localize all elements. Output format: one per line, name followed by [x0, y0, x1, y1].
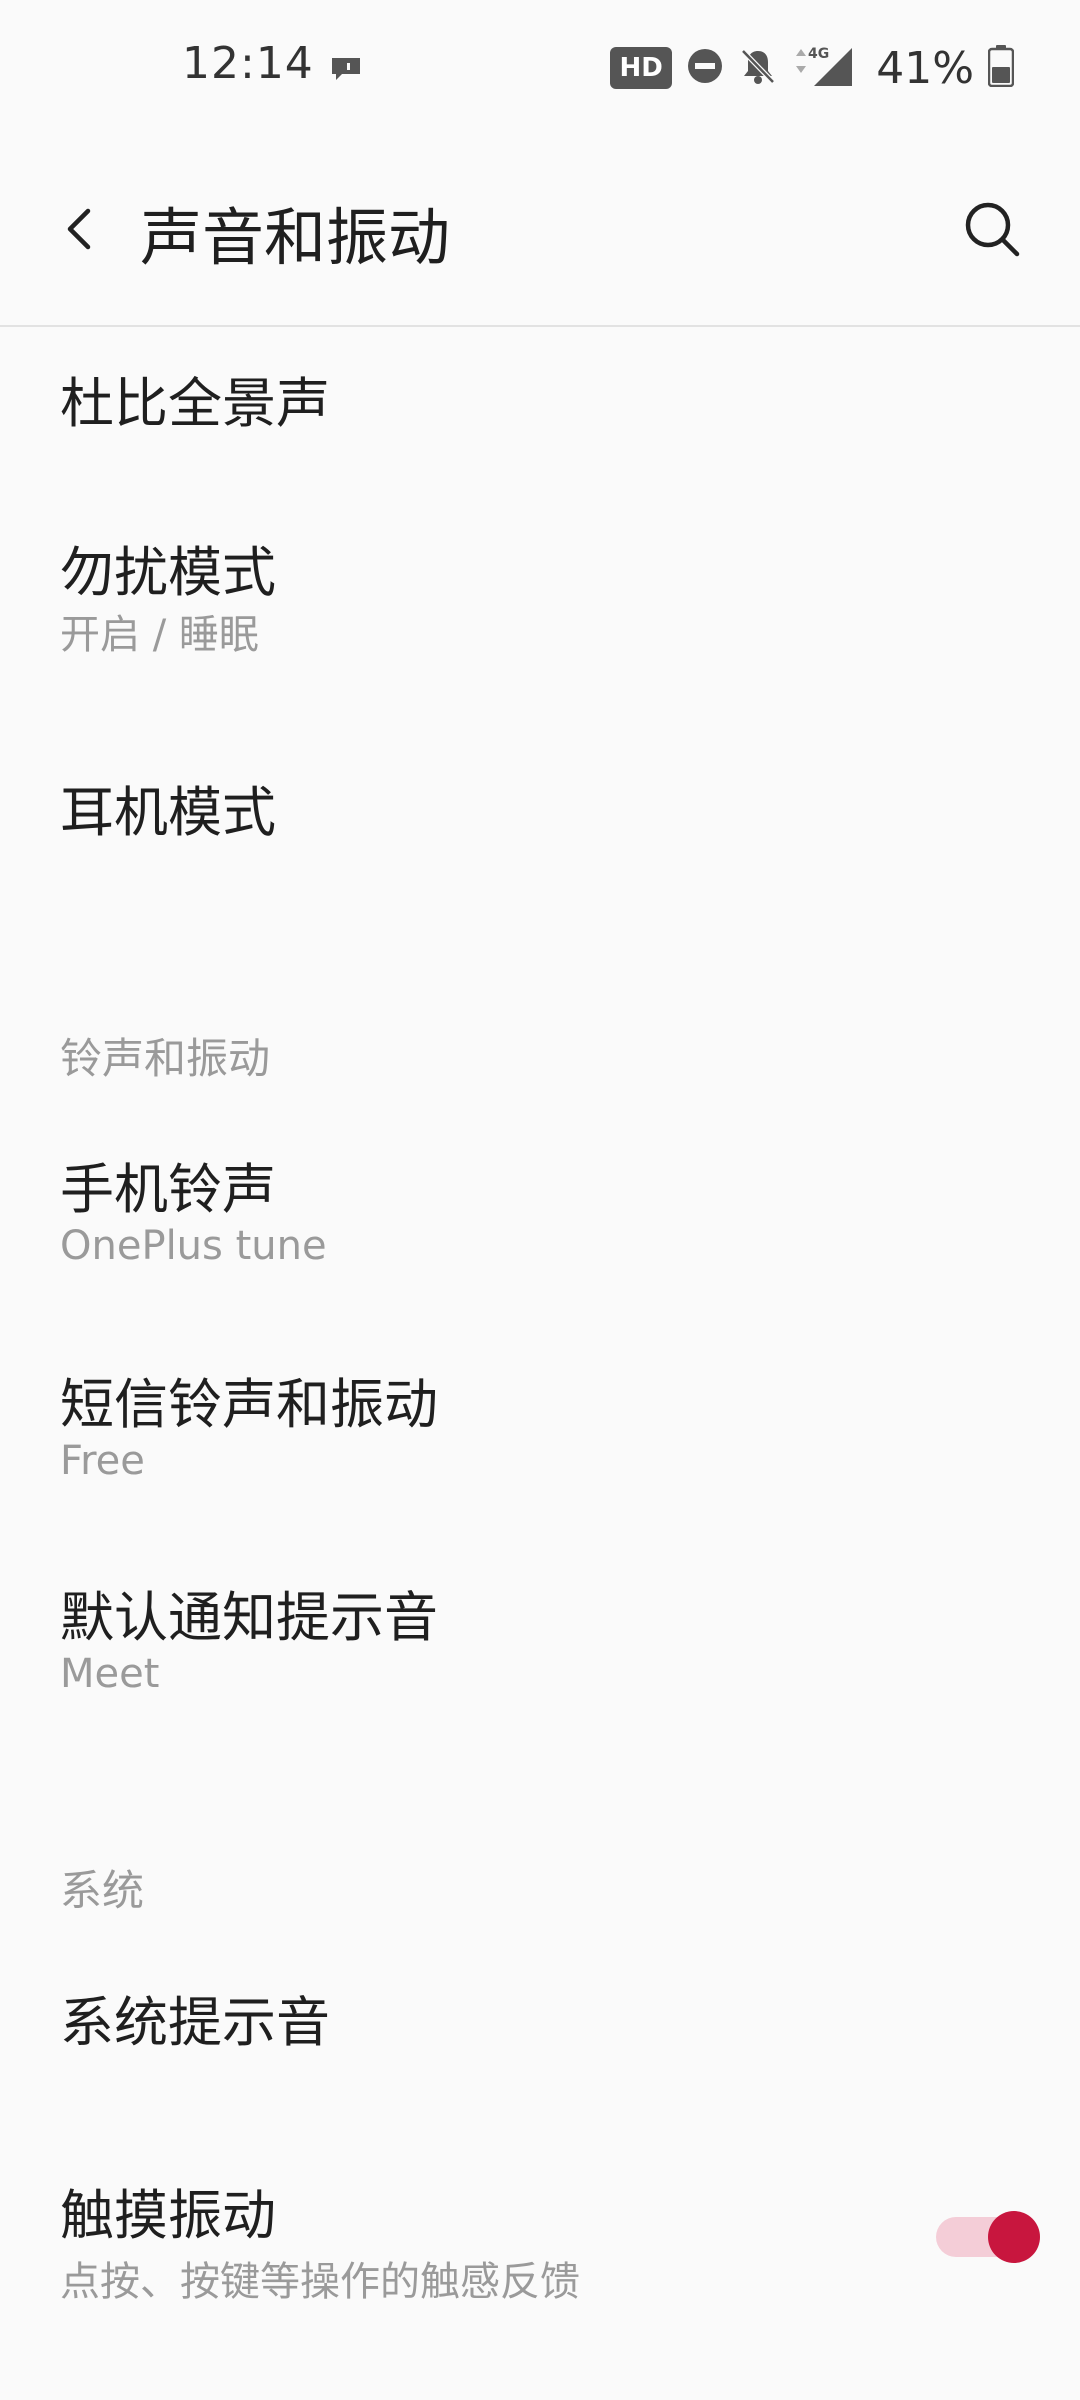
status-icons: HD 4G 41% [610, 40, 1015, 96]
setting-title: 手机铃声 [60, 1158, 276, 1221]
setting-do-not-disturb[interactable]: 勿扰模式 开启 / 睡眠 [0, 492, 1080, 692]
back-button[interactable] [48, 197, 112, 261]
setting-subtitle: 点按、按键等操作的触感反馈 [60, 2259, 580, 2305]
setting-title: 默认通知提示音 [60, 1586, 438, 1649]
toggle-thumb [988, 2211, 1040, 2263]
setting-title: 系统提示音 [60, 1991, 330, 2054]
do-not-disturb-icon [686, 47, 724, 89]
haptic-toggle-switch[interactable] [936, 2207, 1040, 2267]
setting-subtitle: Free [60, 1438, 145, 1484]
setting-subtitle: Meet [60, 1651, 160, 1697]
setting-title: 勿扰模式 [60, 541, 276, 604]
setting-subtitle: 开启 / 睡眠 [60, 612, 259, 658]
message-notification-icon [330, 56, 362, 82]
section-header-ring-vibrate: 铃声和振动 [60, 1034, 271, 1083]
section-header-system: 系统 [60, 1866, 145, 1915]
setting-title: 触摸振动 [60, 2184, 276, 2247]
setting-earphone-mode[interactable]: 耳机模式 [0, 732, 1080, 922]
hd-voice-icon: HD [610, 47, 673, 89]
page-title: 声音和振动 [140, 201, 451, 274]
setting-system-sounds[interactable]: 系统提示音 [0, 1942, 1080, 2132]
network-type: 4G [808, 46, 829, 62]
setting-title: 短信铃声和振动 [60, 1373, 438, 1436]
setting-default-notification[interactable]: 默认通知提示音 Meet [0, 1535, 1080, 1735]
battery-percent: 41% [876, 42, 974, 94]
setting-sms-ringtone[interactable]: 短信铃声和振动 Free [0, 1322, 1080, 1522]
status-bar: 12:14 HD 4G 41% [0, 0, 1080, 135]
bell-off-icon [738, 46, 778, 90]
setting-title: 杜比全景声 [60, 372, 330, 435]
app-bar: 声音和振动 [0, 135, 1080, 327]
setting-dolby-atmos[interactable]: 杜比全景声 [0, 327, 1080, 447]
back-arrow-icon [67, 208, 91, 250]
battery-icon [987, 45, 1015, 91]
setting-phone-ringtone[interactable]: 手机铃声 OnePlus tune [0, 1107, 1080, 1307]
setting-title: 耳机模式 [60, 781, 276, 844]
search-button[interactable] [956, 193, 1028, 265]
signal-4g-icon: 4G [792, 44, 856, 92]
status-time: 12:14 [182, 38, 314, 89]
search-icon [965, 202, 1020, 257]
setting-haptic-feedback[interactable]: 触摸振动 点按、按键等操作的触感反馈 [0, 2157, 1080, 2357]
setting-subtitle: OnePlus tune [60, 1223, 327, 1269]
